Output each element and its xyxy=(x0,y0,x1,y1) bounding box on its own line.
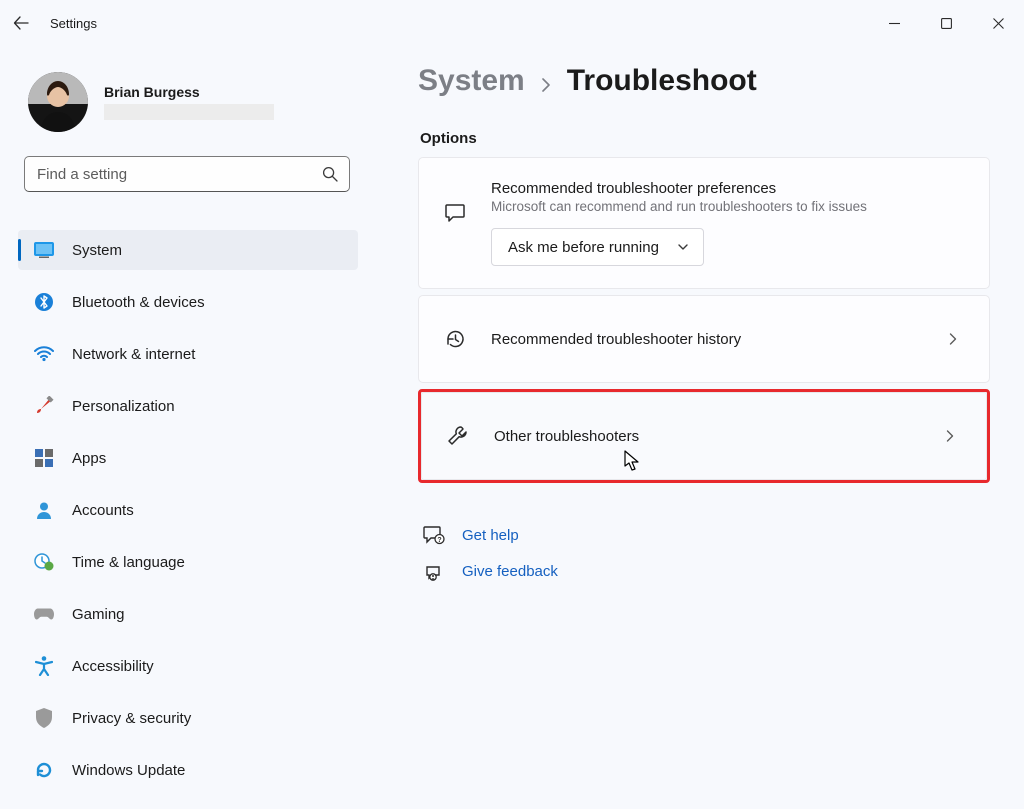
nav-item-accounts[interactable]: Accounts xyxy=(18,490,358,530)
card-recommended-preferences: Recommended troubleshooter preferences M… xyxy=(418,157,990,289)
wrench-icon xyxy=(446,424,470,448)
system-icon xyxy=(34,240,54,260)
maximize-icon xyxy=(941,18,952,29)
minimize-button[interactable] xyxy=(868,0,920,46)
wifi-icon xyxy=(34,344,54,364)
troubleshooter-preference-dropdown[interactable]: Ask me before running xyxy=(491,228,704,266)
breadcrumb: System Troubleshoot xyxy=(418,64,990,98)
chevron-right-icon xyxy=(539,76,553,90)
close-icon xyxy=(993,18,1004,29)
search-icon xyxy=(322,166,338,182)
feedback-icon xyxy=(422,561,446,581)
nav-item-personalization[interactable]: Personalization xyxy=(18,386,358,426)
back-button[interactable] xyxy=(0,0,42,46)
nav-label: Time & language xyxy=(72,554,185,571)
app-title: Settings xyxy=(50,16,97,31)
svg-text:?: ? xyxy=(437,537,441,544)
gamepad-icon xyxy=(34,604,54,624)
card-title: Recommended troubleshooter preferences xyxy=(491,180,965,197)
breadcrumb-leaf: Troubleshoot xyxy=(567,64,757,98)
nav-label: Bluetooth & devices xyxy=(72,294,205,311)
shield-icon xyxy=(34,708,54,728)
nav-item-time-language[interactable]: Time & language xyxy=(18,542,358,582)
nav-label: Personalization xyxy=(72,398,175,415)
chevron-right-icon xyxy=(941,332,965,346)
nav-item-privacy[interactable]: Privacy & security xyxy=(18,698,358,738)
close-button[interactable] xyxy=(972,0,1024,46)
update-icon xyxy=(34,760,54,780)
main-panel: System Troubleshoot Options Recommended … xyxy=(370,46,1024,809)
nav-item-windows-update[interactable]: Windows Update xyxy=(18,750,358,790)
minimize-icon xyxy=(889,18,900,29)
breadcrumb-root[interactable]: System xyxy=(418,64,525,98)
nav-list: System Bluetooth & devices Network & int… xyxy=(0,230,368,802)
nav-item-apps[interactable]: Apps xyxy=(18,438,358,478)
give-feedback-link[interactable]: Give feedback xyxy=(418,553,990,589)
card-subtitle: Microsoft can recommend and run troubles… xyxy=(491,199,965,214)
get-help-link[interactable]: ? Get help xyxy=(418,517,990,553)
nav-item-gaming[interactable]: Gaming xyxy=(18,594,358,634)
link-text[interactable]: Get help xyxy=(462,527,519,544)
footer-links: ? Get help Give feedback xyxy=(418,517,990,589)
clock-globe-icon xyxy=(34,552,54,572)
avatar xyxy=(28,72,88,132)
nav-label: Privacy & security xyxy=(72,710,191,727)
annotation-highlight: Other troubleshooters xyxy=(418,389,990,483)
nav-item-network[interactable]: Network & internet xyxy=(18,334,358,374)
chevron-down-icon xyxy=(677,241,689,253)
history-icon xyxy=(443,328,467,350)
card-title: Recommended troubleshooter history xyxy=(491,331,917,348)
chat-icon xyxy=(443,202,467,224)
titlebar: Settings xyxy=(0,0,1024,46)
card-title: Other troubleshooters xyxy=(494,428,914,445)
profile-block[interactable]: Brian Burgess xyxy=(0,46,368,156)
nav-label: Network & internet xyxy=(72,346,195,363)
chevron-right-icon xyxy=(938,429,962,443)
back-arrow-icon xyxy=(13,15,29,31)
brush-icon xyxy=(34,396,54,416)
nav-item-system[interactable]: System xyxy=(18,230,358,270)
bluetooth-icon xyxy=(34,292,54,312)
apps-icon xyxy=(34,448,54,468)
card-other-troubleshooters[interactable]: Other troubleshooters xyxy=(421,392,987,480)
nav-label: Windows Update xyxy=(72,762,185,779)
section-title-options: Options xyxy=(420,130,990,147)
nav-label: Apps xyxy=(72,450,106,467)
link-text[interactable]: Give feedback xyxy=(462,563,558,580)
nav-label: System xyxy=(72,242,122,259)
search-box[interactable] xyxy=(24,156,350,192)
sidebar: Brian Burgess System xyxy=(0,46,370,809)
help-icon: ? xyxy=(422,525,446,545)
dropdown-value: Ask me before running xyxy=(508,239,659,256)
card-troubleshooter-history[interactable]: Recommended troubleshooter history xyxy=(418,295,990,383)
nav-label: Accessibility xyxy=(72,658,154,675)
maximize-button[interactable] xyxy=(920,0,972,46)
nav-label: Accounts xyxy=(72,502,134,519)
nav-label: Gaming xyxy=(72,606,125,623)
person-icon xyxy=(34,500,54,520)
nav-item-bluetooth[interactable]: Bluetooth & devices xyxy=(18,282,358,322)
nav-item-accessibility[interactable]: Accessibility xyxy=(18,646,358,686)
profile-email xyxy=(104,104,274,120)
search-input[interactable] xyxy=(24,156,350,192)
profile-name: Brian Burgess xyxy=(104,84,274,102)
accessibility-icon xyxy=(34,656,54,676)
